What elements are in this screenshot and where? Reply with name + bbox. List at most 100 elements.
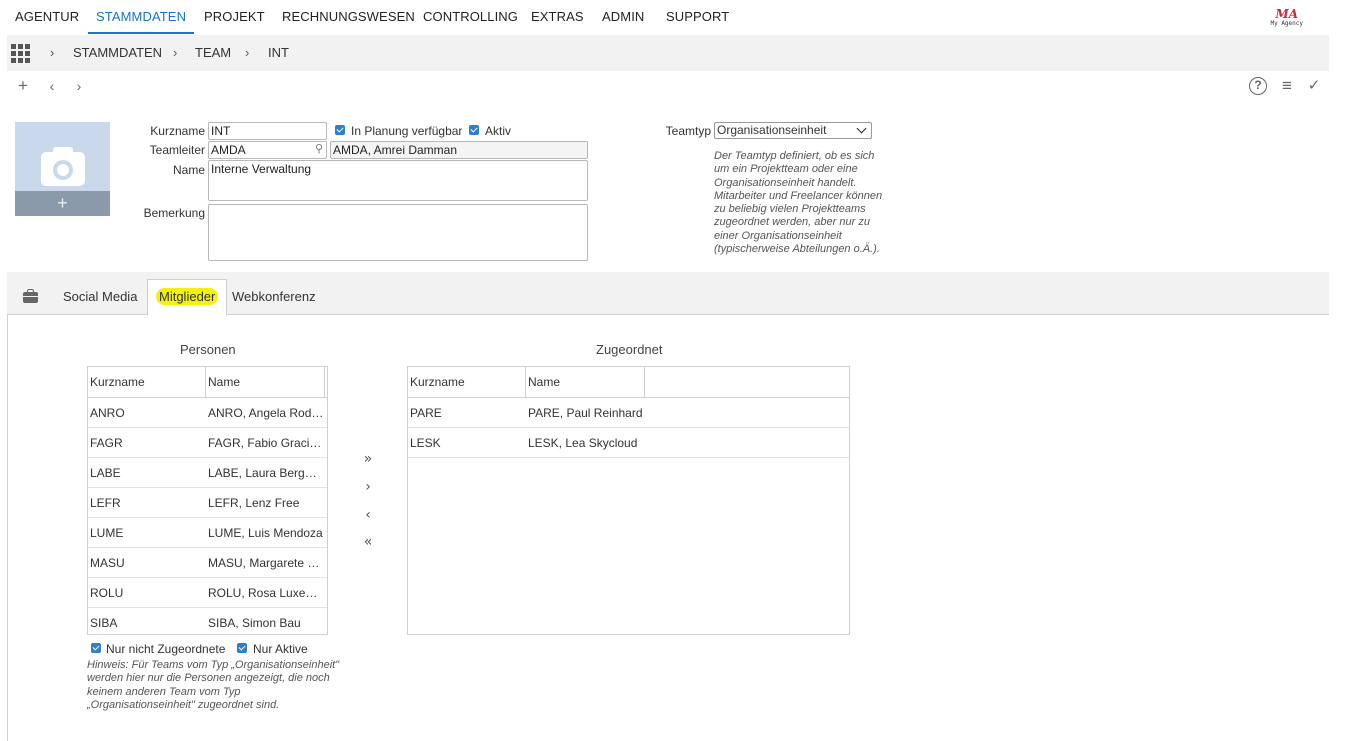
table-row[interactable]: SIBA SIBA, Simon Bau bbox=[88, 608, 327, 638]
cell-kurzname: LEFR bbox=[90, 496, 121, 510]
teamleiter-name-field: AMDA, Amrei Damman bbox=[330, 141, 588, 159]
cell-kurzname: MASU bbox=[90, 556, 125, 570]
previous-icon[interactable]: ‹ bbox=[43, 76, 61, 96]
cell-name: ANRO, Angela Rodrig... bbox=[208, 406, 326, 420]
personen-title: Personen bbox=[180, 342, 236, 357]
nav-admin[interactable]: ADMIN bbox=[602, 0, 644, 34]
cell-name: FAGR, Fabio Graciano bbox=[208, 436, 326, 450]
table-row[interactable]: LUME LUME, Luis Mendoza bbox=[88, 518, 327, 548]
cell-name: LUME, Luis Mendoza bbox=[208, 526, 323, 540]
cell-name: LABE, Laura Bergmann bbox=[208, 466, 326, 480]
table-row[interactable]: ANRO ANRO, Angela Rodrig... bbox=[88, 398, 327, 428]
cell-name: ROLU, Rosa Luxemburg bbox=[208, 586, 326, 600]
teamleiter-input[interactable]: AMDA ⚲ bbox=[208, 141, 327, 159]
nur-aktive-label: Nur Aktive bbox=[253, 642, 308, 656]
move-all-right-button[interactable]: » bbox=[360, 451, 376, 467]
nav-controlling[interactable]: CONTROLLING bbox=[423, 0, 518, 34]
cell-kurzname: ROLU bbox=[90, 586, 124, 600]
table-row[interactable]: PARE PARE, Paul Reinhard bbox=[408, 398, 849, 428]
add-icon[interactable]: + bbox=[14, 76, 32, 96]
table-row[interactable]: FAGR FAGR, Fabio Graciano bbox=[88, 428, 327, 458]
grid-header: Kurzname Name bbox=[88, 367, 327, 398]
cell-name: LESK, Lea Skycloud bbox=[528, 436, 638, 450]
teamtyp-label: Teamtyp bbox=[665, 124, 711, 138]
nav-agentur[interactable]: AGENTUR bbox=[15, 0, 79, 34]
filter-hint: Hinweis: Für Teams vom Typ „Organisation… bbox=[87, 659, 340, 711]
breadcrumb-team[interactable]: TEAM bbox=[195, 35, 231, 71]
nav-support[interactable]: SUPPORT bbox=[666, 0, 729, 34]
move-left-button[interactable]: ‹ bbox=[360, 507, 376, 523]
team-photo-placeholder[interactable]: + bbox=[15, 122, 110, 216]
chevron-right-icon: › bbox=[173, 45, 178, 60]
grid-header: Kurzname Name bbox=[408, 367, 849, 398]
teamtyp-hint: Der Teamtyp definiert, ob es sich um ein… bbox=[714, 150, 883, 256]
zugeordnet-grid: Kurzname Name PARE PARE, Paul Reinhard L… bbox=[407, 366, 850, 635]
move-all-left-button[interactable]: « bbox=[360, 534, 376, 550]
chevron-right-icon: › bbox=[50, 45, 55, 60]
personen-grid: Kurzname Name ANRO ANRO, Angela Rodrig..… bbox=[87, 366, 328, 635]
column-header-kurzname[interactable]: Kurzname bbox=[408, 367, 526, 397]
table-row[interactable]: MASU MASU, Margarete Sull... bbox=[88, 548, 327, 578]
save-check-icon[interactable]: ✓ bbox=[1305, 76, 1323, 96]
company-logo: MA My Agency bbox=[1270, 8, 1303, 28]
teamleiter-value: AMDA bbox=[211, 143, 246, 157]
nav-projekt[interactable]: PROJEKT bbox=[204, 0, 265, 34]
teamtyp-select[interactable]: Organisationseinheit bbox=[714, 122, 872, 139]
cell-kurzname: SIBA bbox=[90, 616, 118, 630]
tab-mitglieder[interactable]: Mitglieder bbox=[147, 279, 228, 316]
column-header-kurzname[interactable]: Kurzname bbox=[88, 367, 206, 397]
name-input[interactable]: Interne Verwaltung bbox=[208, 160, 588, 201]
aktiv-checkbox[interactable] bbox=[469, 125, 479, 135]
bemerkung-label: Bemerkung bbox=[143, 206, 205, 220]
logo-mark: MA bbox=[1275, 7, 1299, 21]
cell-kurzname: LUME bbox=[90, 526, 124, 540]
cell-name: MASU, Margarete Sull... bbox=[208, 556, 326, 570]
briefcase-icon[interactable] bbox=[23, 289, 38, 303]
teamtyp-value: Organisationseinheit bbox=[717, 123, 827, 137]
tab-mitglieder-label: Mitglieder bbox=[156, 288, 219, 305]
breadcrumb: › STAMMDATEN › TEAM › INT bbox=[7, 35, 1329, 71]
menu-icon[interactable]: ≡ bbox=[1278, 76, 1296, 96]
breadcrumb-int: INT bbox=[268, 45, 289, 60]
table-row[interactable]: ROLU ROLU, Rosa Luxemburg bbox=[88, 578, 327, 608]
bemerkung-textarea[interactable] bbox=[208, 204, 588, 261]
table-row[interactable]: LESK LESK, Lea Skycloud bbox=[408, 428, 849, 458]
in-planung-checkbox[interactable] bbox=[335, 125, 345, 135]
cell-kurzname: FAGR bbox=[90, 436, 123, 450]
column-header-name[interactable]: Name bbox=[206, 367, 325, 397]
kurzname-input[interactable]: INT bbox=[208, 122, 327, 140]
nur-nicht-zugeordnete-checkbox[interactable] bbox=[91, 643, 101, 653]
add-photo-button[interactable]: + bbox=[15, 191, 110, 216]
move-right-button[interactable]: › bbox=[360, 479, 376, 495]
next-icon[interactable]: › bbox=[70, 76, 88, 96]
search-icon[interactable]: ⚲ bbox=[315, 142, 323, 157]
help-icon[interactable]: ? bbox=[1249, 77, 1267, 95]
in-planung-label: In Planung verfügbar bbox=[351, 124, 463, 138]
cell-name: LEFR, Lenz Free bbox=[208, 496, 300, 510]
nav-stammdaten[interactable]: STAMMDATEN bbox=[88, 0, 195, 34]
name-label: Name bbox=[172, 163, 205, 177]
nav-rechnungswesen[interactable]: RECHNUNGSWESEN bbox=[282, 0, 415, 34]
top-navigation: AGENTUR STAMMDATEN PROJEKT RECHNUNGSWESE… bbox=[0, 0, 1345, 34]
kurzname-label: Kurzname bbox=[150, 124, 205, 138]
table-row[interactable]: LABE LABE, Laura Bergmann bbox=[88, 458, 327, 488]
camera-icon bbox=[41, 152, 85, 186]
apps-grid-icon[interactable] bbox=[11, 44, 30, 63]
nur-aktive-checkbox[interactable] bbox=[237, 643, 247, 653]
nav-extras[interactable]: EXTRAS bbox=[531, 0, 584, 34]
nur-nicht-zugeordnete-label: Nur nicht Zugeordnete bbox=[106, 642, 226, 656]
tab-social-media[interactable]: Social Media bbox=[63, 272, 137, 315]
zugeordnet-title: Zugeordnet bbox=[596, 342, 663, 357]
breadcrumb-stammdaten[interactable]: STAMMDATEN bbox=[73, 35, 162, 71]
tab-webkonferenz[interactable]: Webkonferenz bbox=[232, 272, 316, 315]
cell-kurzname: LABE bbox=[90, 466, 121, 480]
cell-kurzname: PARE bbox=[410, 406, 442, 420]
teamleiter-label: Teamleiter bbox=[149, 143, 205, 157]
aktiv-label: Aktiv bbox=[485, 124, 512, 138]
cell-kurzname: ANRO bbox=[90, 406, 125, 420]
chevron-down-icon bbox=[856, 123, 867, 134]
cell-name: SIBA, Simon Bau bbox=[208, 616, 301, 630]
chevron-right-icon: › bbox=[245, 45, 250, 60]
column-header-name[interactable]: Name bbox=[526, 367, 645, 397]
table-row[interactable]: LEFR LEFR, Lenz Free bbox=[88, 488, 327, 518]
